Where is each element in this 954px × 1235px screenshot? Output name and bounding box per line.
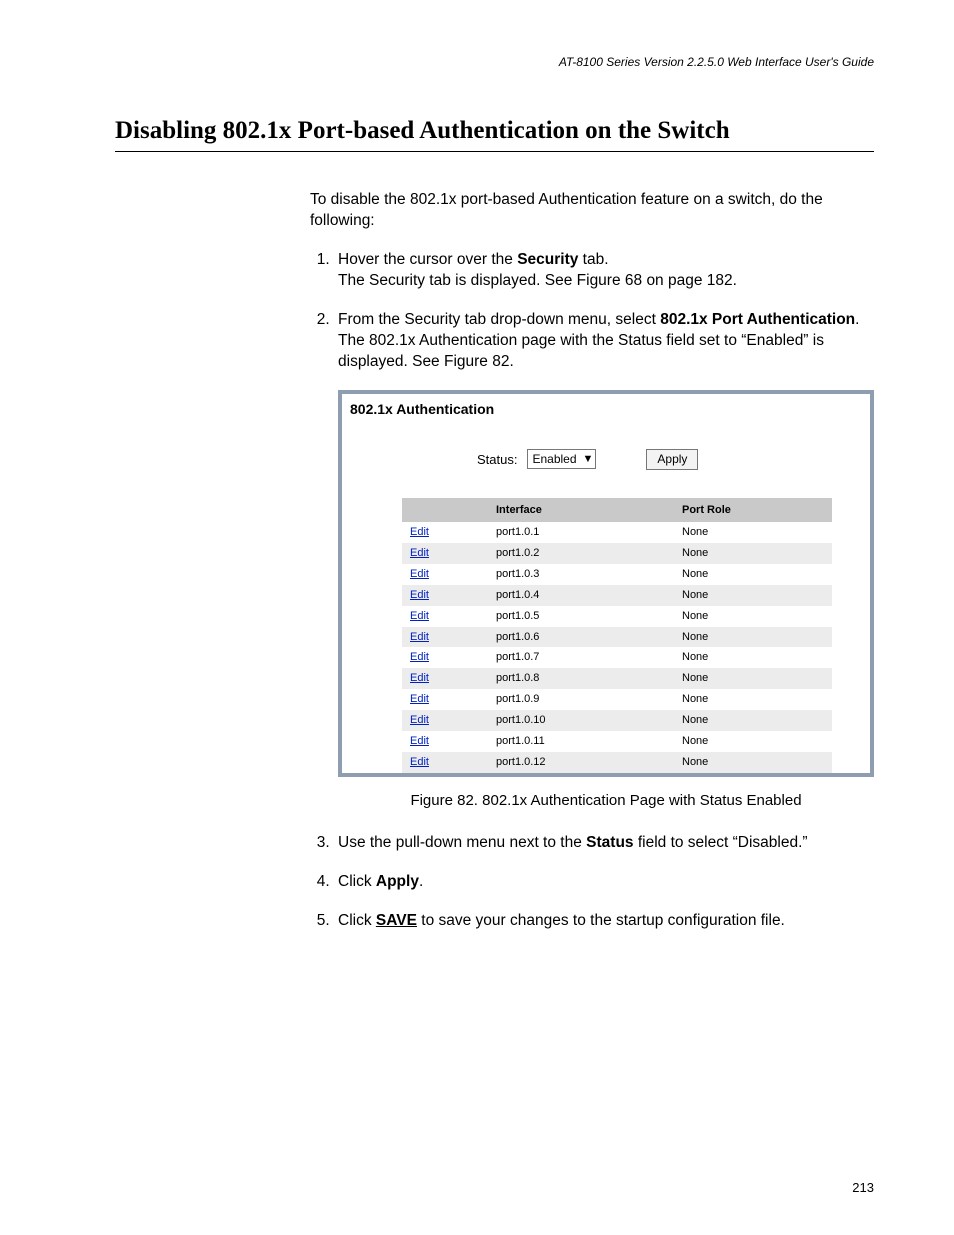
step-5-save: SAVE (376, 912, 417, 929)
interface-cell: port1.0.9 (488, 689, 674, 710)
col-portrole: Port Role (674, 498, 832, 523)
figure-panel: 802.1x Authentication Status: Enabled ▼ … (338, 390, 874, 776)
figure-caption: Figure 82. 802.1x Authentication Page wi… (338, 791, 874, 811)
edit-link[interactable]: Edit (410, 631, 429, 643)
status-select[interactable]: Enabled ▼ (527, 449, 596, 469)
interface-cell: port1.0.12 (488, 752, 674, 773)
edit-link[interactable]: Edit (410, 693, 429, 705)
table-row: Edit port1.0.4None (402, 585, 832, 606)
table-row: Edit port1.0.5None (402, 606, 832, 627)
edit-link[interactable]: Edit (410, 672, 429, 684)
edit-link[interactable]: Edit (410, 526, 429, 538)
step-1: Hover the cursor over the Security tab. … (334, 250, 874, 292)
step-1-bold: Security (517, 251, 578, 268)
interface-cell: port1.0.7 (488, 647, 674, 668)
edit-link[interactable]: Edit (410, 589, 429, 601)
interface-cell: port1.0.10 (488, 710, 674, 731)
table-row: Edit port1.0.7None (402, 647, 832, 668)
portrole-cell: None (674, 627, 832, 648)
step-2: From the Security tab drop-down menu, se… (334, 310, 874, 811)
intro-paragraph: To disable the 802.1x port-based Authent… (310, 190, 874, 232)
portrole-cell: None (674, 543, 832, 564)
interface-cell: port1.0.8 (488, 668, 674, 689)
portrole-cell: None (674, 606, 832, 627)
interface-cell: port1.0.4 (488, 585, 674, 606)
table-row: Edit port1.0.11None (402, 731, 832, 752)
portrole-cell: None (674, 585, 832, 606)
status-label: Status: (477, 451, 517, 469)
edit-link[interactable]: Edit (410, 651, 429, 663)
interface-cell: port1.0.11 (488, 731, 674, 752)
title-rule (115, 151, 874, 152)
step-3-text-a: Use the pull-down menu next to the (338, 834, 586, 851)
running-head: AT-8100 Series Version 2.2.5.0 Web Inter… (115, 55, 874, 69)
edit-link[interactable]: Edit (410, 714, 429, 726)
portrole-cell: None (674, 752, 832, 773)
portrole-cell: None (674, 710, 832, 731)
status-row: Status: Enabled ▼ Apply (477, 439, 870, 497)
ports-table: Interface Port Role Editport1.0.1NoneEdi… (402, 498, 832, 773)
steps-list: Hover the cursor over the Security tab. … (310, 250, 874, 932)
interface-cell: port1.0.1 (488, 522, 674, 543)
edit-link[interactable]: Edit (410, 735, 429, 747)
table-row: Edit port1.0.1None (402, 522, 832, 543)
col-edit (402, 498, 488, 523)
step-3: Use the pull-down menu next to the Statu… (334, 833, 874, 854)
table-row: Edit port1.0.12None (402, 752, 832, 773)
interface-cell: port1.0.5 (488, 606, 674, 627)
portrole-cell: None (674, 647, 832, 668)
section-title: Disabling 802.1x Port-based Authenticati… (115, 117, 874, 145)
edit-link[interactable]: Edit (410, 568, 429, 580)
step-2-text-c: . (855, 311, 859, 328)
portrole-cell: None (674, 522, 832, 543)
status-select-value: Enabled (532, 451, 576, 467)
edit-link[interactable]: Edit (410, 756, 429, 768)
step-1-text-c: tab. (578, 251, 608, 268)
panel-title: 802.1x Authentication (350, 401, 494, 417)
step-4-text-a: Click (338, 873, 376, 890)
table-row: Edit port1.0.3None (402, 564, 832, 585)
table-row: Edit port1.0.10None (402, 710, 832, 731)
portrole-cell: None (674, 731, 832, 752)
portrole-cell: None (674, 689, 832, 710)
step-4-bold: Apply (376, 873, 419, 890)
step-4-text-c: . (419, 873, 423, 890)
col-interface: Interface (488, 498, 674, 523)
portrole-cell: None (674, 564, 832, 585)
interface-cell: port1.0.3 (488, 564, 674, 585)
table-row: Edit port1.0.6None (402, 627, 832, 648)
step-5-text-a: Click (338, 912, 376, 929)
step-3-bold: Status (586, 834, 633, 851)
step-1-text-a: Hover the cursor over the (338, 251, 517, 268)
chevron-down-icon: ▼ (583, 452, 594, 467)
edit-link[interactable]: Edit (410, 610, 429, 622)
edit-link[interactable]: Edit (410, 547, 429, 559)
interface-cell: port1.0.2 (488, 543, 674, 564)
table-row: Edit port1.0.8None (402, 668, 832, 689)
step-2-follow: The 802.1x Authentication page with the … (338, 331, 874, 373)
page-number: 213 (852, 1180, 874, 1195)
step-1-follow: The Security tab is displayed. See Figur… (338, 271, 874, 292)
interface-cell: port1.0.6 (488, 627, 674, 648)
step-3-text-c: field to select “Disabled.” (634, 834, 808, 851)
step-2-text-a: From the Security tab drop-down menu, se… (338, 311, 660, 328)
step-4: Click Apply. (334, 872, 874, 893)
table-row: Edit port1.0.9None (402, 689, 832, 710)
table-row: Edit port1.0.2None (402, 543, 832, 564)
step-2-bold: 802.1x Port Authentication (660, 311, 855, 328)
step-5: Click SAVE to save your changes to the s… (334, 911, 874, 932)
step-5-text-c: to save your changes to the startup conf… (417, 912, 785, 929)
apply-button[interactable]: Apply (646, 449, 698, 469)
portrole-cell: None (674, 668, 832, 689)
